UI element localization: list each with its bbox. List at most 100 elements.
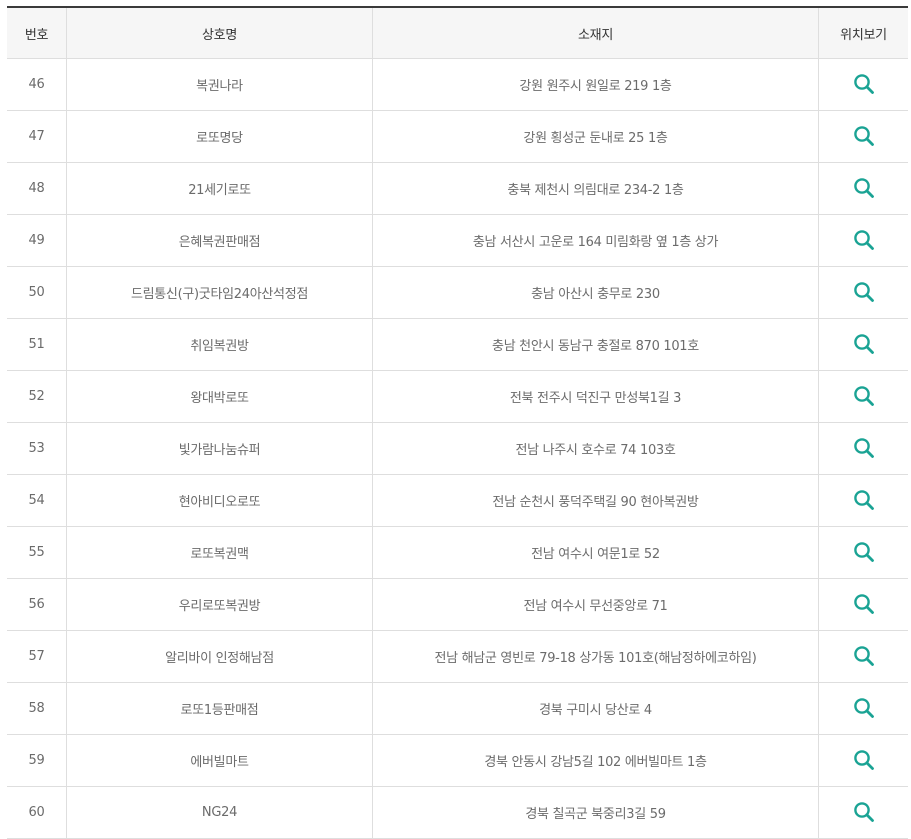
table-row: 56 우리로또복권방 전남 여수시 무선중앙로 71 <box>7 578 908 631</box>
map-view-cell <box>818 578 908 631</box>
row-number: 57 <box>7 630 67 683</box>
table-header-row: 번호 상호명 소재지 위치보기 <box>7 7 908 59</box>
map-view-cell <box>818 630 908 683</box>
row-number: 56 <box>7 578 67 631</box>
search-icon <box>853 698 874 718</box>
map-view-button[interactable] <box>850 694 878 722</box>
map-view-button[interactable] <box>850 746 878 774</box>
store-address: 전남 나주시 호수로 74 103호 <box>372 422 819 475</box>
map-view-cell <box>818 110 908 163</box>
row-number: 48 <box>7 162 67 215</box>
table-row: 50 드림통신(구)굿타임24아산석정점 충남 아산시 충무로 230 <box>7 266 908 319</box>
search-icon <box>853 750 874 770</box>
store-name: 왕대박로또 <box>66 370 373 423</box>
row-number: 52 <box>7 370 67 423</box>
store-address: 강원 횡성군 둔내로 25 1층 <box>372 110 819 163</box>
map-view-button[interactable] <box>850 486 878 514</box>
map-view-button[interactable] <box>850 382 878 410</box>
map-view-button[interactable] <box>850 538 878 566</box>
store-name: 빛가람나눔슈퍼 <box>66 422 373 475</box>
map-view-cell <box>818 526 908 579</box>
table-row: 55 로또복권맥 전남 여수시 여문1로 52 <box>7 526 908 579</box>
map-view-button[interactable] <box>850 70 878 98</box>
map-view-cell <box>818 786 908 839</box>
map-view-button[interactable] <box>850 278 878 306</box>
search-icon <box>853 178 874 198</box>
store-name: 우리로또복권방 <box>66 578 373 631</box>
store-address: 전북 전주시 덕진구 만성북1길 3 <box>372 370 819 423</box>
map-view-button[interactable] <box>850 642 878 670</box>
store-name: 로또복권맥 <box>66 526 373 579</box>
row-number: 49 <box>7 214 67 267</box>
column-header-store-name: 상호명 <box>66 7 373 59</box>
store-address: 충남 천안시 동남구 충절로 870 101호 <box>372 318 819 371</box>
row-number: 46 <box>7 58 67 111</box>
table-row: 51 취임복권방 충남 천안시 동남구 충절로 870 101호 <box>7 318 908 371</box>
map-view-cell <box>818 162 908 215</box>
table-row: 54 현아비디오로또 전남 순천시 풍덕주택길 90 현아복권방 <box>7 474 908 527</box>
store-address: 전남 해남군 영빈로 79-18 상가동 101호(해남정하에코하임) <box>372 630 819 683</box>
search-icon <box>853 282 874 302</box>
store-name: 드림통신(구)굿타임24아산석정점 <box>66 266 373 319</box>
store-address: 전남 여수시 무선중앙로 71 <box>372 578 819 631</box>
row-number: 58 <box>7 682 67 735</box>
search-icon <box>853 74 874 94</box>
map-view-button[interactable] <box>850 590 878 618</box>
map-view-button[interactable] <box>850 226 878 254</box>
row-number: 54 <box>7 474 67 527</box>
map-view-cell <box>818 58 908 111</box>
map-view-cell <box>818 422 908 475</box>
store-address: 경북 안동시 강남5길 102 에버빌마트 1층 <box>372 734 819 787</box>
column-header-address: 소재지 <box>372 7 819 59</box>
table-row: 57 알리바이 인정해남점 전남 해남군 영빈로 79-18 상가동 101호(해남… <box>7 630 908 683</box>
store-name: 알리바이 인정해남점 <box>66 630 373 683</box>
store-name: 21세기로또 <box>66 162 373 215</box>
table-row: 52 왕대박로또 전북 전주시 덕진구 만성북1길 3 <box>7 370 908 423</box>
store-table: 번호 상호명 소재지 위치보기 46 복권나라 강원 원주시 원일로 219 1층 4… <box>7 6 908 839</box>
table-row: 60 NG24 경북 칠곡군 북중리3길 59 <box>7 786 908 839</box>
table-row: 47 로또명당 강원 횡성군 둔내로 25 1층 <box>7 110 908 163</box>
store-address: 경북 칠곡군 북중리3길 59 <box>372 786 819 839</box>
search-icon <box>853 594 874 614</box>
map-view-cell <box>818 682 908 735</box>
search-icon <box>853 334 874 354</box>
search-icon <box>853 490 874 510</box>
map-view-cell <box>818 370 908 423</box>
map-view-button[interactable] <box>850 122 878 150</box>
store-address: 경북 구미시 당산로 4 <box>372 682 819 735</box>
page: 번호 상호명 소재지 위치보기 46 복권나라 강원 원주시 원일로 219 1층 4… <box>0 0 911 839</box>
store-name: 취임복권방 <box>66 318 373 371</box>
table-row: 46 복권나라 강원 원주시 원일로 219 1층 <box>7 58 908 111</box>
table-row: 49 은혜복권판매점 충남 서산시 고운로 164 미림화랑 옆 1층 상가 <box>7 214 908 267</box>
row-number: 60 <box>7 786 67 839</box>
row-number: 51 <box>7 318 67 371</box>
search-icon <box>853 230 874 250</box>
search-icon <box>853 438 874 458</box>
store-name: 로또1등판매점 <box>66 682 373 735</box>
map-view-cell <box>818 474 908 527</box>
search-icon <box>853 802 874 822</box>
table-row: 59 에버빌마트 경북 안동시 강남5길 102 에버빌마트 1층 <box>7 734 908 787</box>
column-header-number: 번호 <box>7 7 67 59</box>
row-number: 47 <box>7 110 67 163</box>
map-view-cell <box>818 734 908 787</box>
map-view-cell <box>818 318 908 371</box>
search-icon <box>853 646 874 666</box>
search-icon <box>853 542 874 562</box>
map-view-button[interactable] <box>850 798 878 826</box>
map-view-button[interactable] <box>850 174 878 202</box>
map-view-button[interactable] <box>850 330 878 358</box>
map-view-button[interactable] <box>850 434 878 462</box>
search-icon <box>853 126 874 146</box>
store-address: 충북 제천시 의림대로 234-2 1층 <box>372 162 819 215</box>
table-row: 58 로또1등판매점 경북 구미시 당산로 4 <box>7 682 908 735</box>
row-number: 55 <box>7 526 67 579</box>
table-row: 53 빛가람나눔슈퍼 전남 나주시 호수로 74 103호 <box>7 422 908 475</box>
store-address: 강원 원주시 원일로 219 1층 <box>372 58 819 111</box>
row-number: 59 <box>7 734 67 787</box>
store-address: 충남 아산시 충무로 230 <box>372 266 819 319</box>
map-view-cell <box>818 266 908 319</box>
store-name: 은혜복권판매점 <box>66 214 373 267</box>
store-name: 현아비디오로또 <box>66 474 373 527</box>
table-row: 48 21세기로또 충북 제천시 의림대로 234-2 1층 <box>7 162 908 215</box>
